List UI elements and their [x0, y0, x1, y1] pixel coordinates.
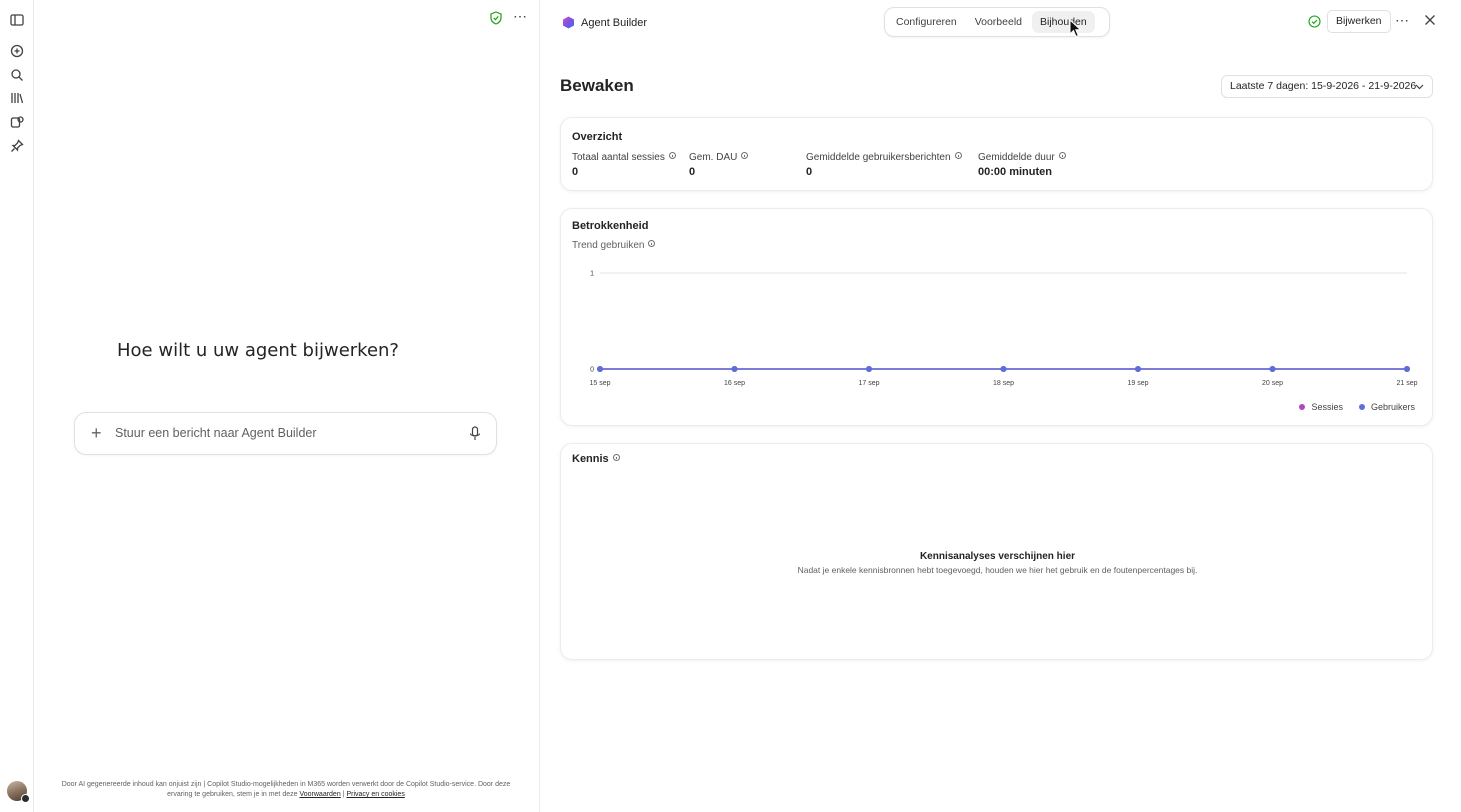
privacy-link[interactable]: Privacy en cookies — [346, 791, 404, 798]
knowledge-card: Kennis Kennisanalyses verschijnen hier N… — [560, 443, 1433, 660]
disclaimer: Door AI gegenereerde inhoud kan onjuist … — [58, 780, 514, 800]
tab-voorbeeld[interactable]: Voorbeeld — [967, 11, 1030, 33]
agents-icon[interactable] — [8, 113, 26, 131]
empty-state-description: Nadat je enkele kennisbronnen hebt toege… — [797, 565, 1198, 575]
info-icon[interactable] — [668, 152, 676, 159]
legend-item-sessies[interactable]: Sessies — [1299, 402, 1343, 412]
legend-item-gebruikers[interactable]: Gebruikers — [1358, 402, 1415, 412]
info-icon[interactable] — [612, 454, 620, 461]
metric-value: 0 — [572, 166, 579, 178]
data-point-gebruikers — [1000, 366, 1007, 372]
disclaimer-text: Door AI gegenereerde inhoud kan onjuist … — [61, 781, 511, 798]
metric-label: Gemiddelde duur — [978, 152, 1055, 163]
empty-state-title: Kennisanalyses verschijnen hier — [919, 551, 1076, 562]
more-options-icon[interactable]: ⋯ — [512, 9, 528, 25]
search-icon[interactable] — [8, 66, 26, 84]
legend-dot — [1358, 404, 1365, 410]
app-title: Agent Builder — [562, 16, 647, 29]
knowledge-title-row: Kennis — [572, 453, 620, 465]
legend-label: Gebruikers — [1370, 402, 1415, 412]
panel-icon[interactable] — [8, 11, 26, 29]
info-icon[interactable] — [954, 152, 962, 159]
agent-builder-logo-icon — [563, 16, 574, 29]
metric-avg-user-messages: Gemiddelde gebruikersberichten 0 — [806, 152, 962, 178]
presence-badge — [21, 794, 30, 803]
date-range-select[interactable]: Laatste 7 dagen: 15-9-2026 - 21-9-2026 — [1221, 75, 1433, 98]
app-name: Agent Builder — [581, 16, 648, 29]
metric-value: 00:00 minuten — [978, 166, 1052, 178]
x-tick-label: 18 sep — [993, 380, 1014, 387]
metric-value: 0 — [806, 166, 813, 178]
mouse-cursor-icon — [1069, 19, 1082, 38]
data-point-gebruikers — [866, 366, 872, 372]
metric-label: Totaal aantal sessies — [572, 152, 665, 163]
data-point-gebruikers — [1269, 366, 1276, 372]
x-tick-label: 17 sep — [858, 380, 879, 387]
x-tick-label: 16 sep — [724, 380, 745, 387]
data-point-gebruikers — [597, 366, 603, 372]
metric-label: Gem. DAU — [689, 152, 738, 163]
metric-label: Gemiddelde gebruikersberichten — [806, 152, 951, 163]
data-point-gebruikers — [1404, 366, 1410, 372]
metric-avg-duration: Gemiddelde duur 00:00 minuten — [978, 152, 1066, 178]
more-options-icon[interactable]: ⋯ — [1393, 12, 1411, 30]
main-area: Agent Builder Configureren Voorbeeld Bij… — [541, 0, 1461, 812]
knowledge-title: Kennis — [572, 453, 609, 465]
plus-icon[interactable]: + — [91, 424, 102, 442]
info-icon[interactable] — [1058, 152, 1066, 159]
pin-icon[interactable] — [8, 137, 26, 155]
x-tick-label: 15 sep — [589, 380, 610, 387]
shield-check-icon[interactable] — [489, 11, 503, 25]
message-composer: + — [74, 412, 497, 455]
x-tick-label: 19 sep — [1127, 380, 1148, 387]
terms-link[interactable]: Voorwaarden — [299, 791, 340, 798]
usage-trend-chart: 0 1 15 sep 16 sep 17 sep 18 sep 19 sep 20 sep 21… — [589, 271, 1417, 388]
metric-total-sessions: Totaal aantal sessies 0 — [572, 152, 676, 178]
disclaimer-separator: | — [342, 791, 345, 798]
chat-panel: ⋯ Hoe wilt u uw agent bijwerken? + Door … — [34, 0, 540, 812]
chevron-down-icon — [1415, 84, 1424, 90]
tab-configureren[interactable]: Configureren — [888, 11, 965, 33]
y-tick-label: 1 — [590, 271, 594, 278]
x-tick-label: 20 sep — [1262, 380, 1283, 387]
library-icon[interactable] — [8, 89, 26, 107]
metric-avg-dau: Gem. DAU 0 — [689, 152, 749, 178]
overview-title: Overzicht — [572, 131, 623, 143]
microphone-icon[interactable] — [468, 426, 482, 442]
left-rail — [0, 0, 34, 812]
info-icon[interactable] — [741, 152, 749, 159]
status-check-icon — [1308, 15, 1321, 28]
plus-circle-icon[interactable] — [8, 42, 26, 60]
legend-dot — [1299, 404, 1306, 410]
avatar[interactable] — [7, 781, 30, 803]
chat-heading: Hoe wilt u uw agent bijwerken? — [117, 340, 399, 361]
engagement-card: Betrokkenheid Trend gebruiken 0 1 15 sep 16… — [560, 208, 1433, 426]
metric-value: 0 — [689, 166, 696, 178]
legend-label: Sessies — [1311, 402, 1343, 412]
overview-card: Overzicht Totaal aantal sessies 0 Gem. D… — [560, 117, 1433, 191]
message-input[interactable] — [115, 426, 455, 440]
page-title: Bewaken — [560, 76, 634, 95]
y-tick-label: 0 — [590, 367, 594, 374]
update-button[interactable]: Bijwerken — [1327, 10, 1391, 33]
date-range-value: Laatste 7 dagen: 15-9-2026 - 21-9-2026 — [1230, 80, 1417, 92]
data-point-gebruikers — [1135, 366, 1141, 372]
x-tick-label: 21 sep — [1396, 380, 1417, 387]
data-point-gebruikers — [731, 366, 738, 372]
close-icon[interactable] — [1422, 12, 1438, 28]
chart-legend: Sessies Gebruikers — [1299, 402, 1415, 412]
tab-bijhouden[interactable]: Bijhouden — [1032, 11, 1095, 33]
